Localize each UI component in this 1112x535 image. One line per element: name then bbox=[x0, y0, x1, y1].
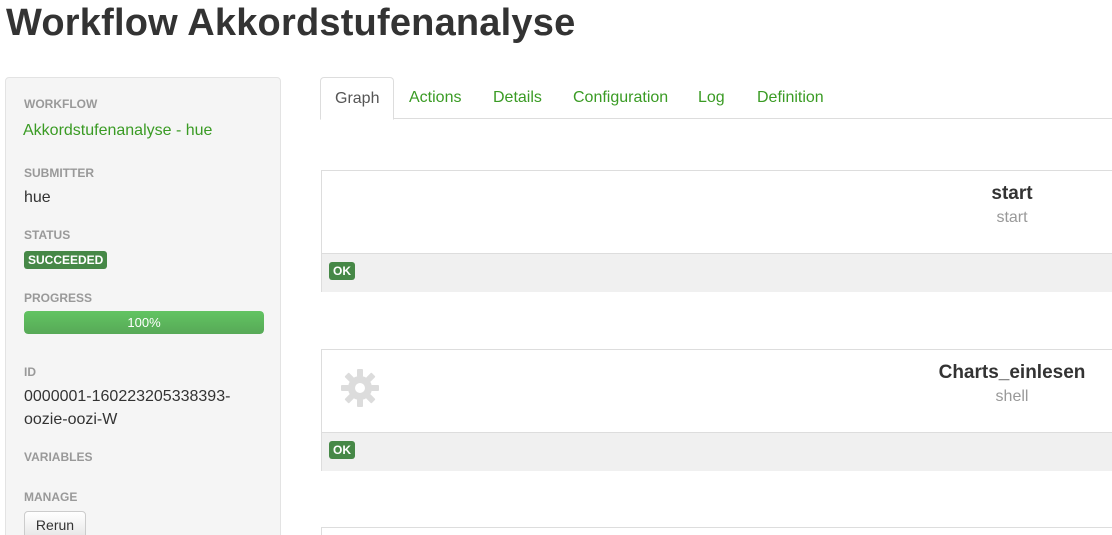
tab-details[interactable]: Details bbox=[479, 77, 556, 119]
graph-node-start: start start OK bbox=[321, 170, 1112, 292]
submitter-label: SUBMITTER bbox=[24, 166, 94, 180]
tab-definition[interactable]: Definition bbox=[743, 77, 838, 119]
workflow-link[interactable]: Akkordstufenanalyse - hue bbox=[23, 122, 212, 140]
gear-icon bbox=[341, 369, 379, 407]
workflow-label: WORKFLOW bbox=[24, 97, 98, 111]
id-label: ID bbox=[24, 365, 36, 379]
workflow-tabs: Graph Actions Details Configuration Log … bbox=[320, 77, 1112, 120]
progress-bar-fill: 100% bbox=[24, 311, 264, 334]
status-badge: SUCCEEDED bbox=[24, 251, 108, 269]
id-value-line1: 0000001-160223205338393- bbox=[24, 388, 231, 405]
graph-node-charts-einlesen: Charts_einlesen shell OK bbox=[321, 349, 1112, 471]
node-name: Charts_einlesen bbox=[938, 362, 1086, 383]
manage-label: MANAGE bbox=[24, 490, 78, 504]
progress-label: PROGRESS bbox=[24, 291, 93, 305]
node-status-badge: OK bbox=[329, 441, 355, 459]
submitter-value: hue bbox=[24, 189, 51, 206]
workflow-sidebar: WORKFLOW Akkordstufenanalyse - hue SUBMI… bbox=[5, 77, 281, 535]
status-label: STATUS bbox=[24, 228, 71, 242]
graph-node-next bbox=[321, 527, 1112, 535]
tab-actions[interactable]: Actions bbox=[395, 77, 475, 119]
node-status-badge: OK bbox=[329, 262, 355, 280]
tab-graph[interactable]: Graph bbox=[320, 77, 395, 120]
tab-configuration[interactable]: Configuration bbox=[559, 77, 682, 119]
variables-label: VARIABLES bbox=[24, 450, 93, 464]
node-name: start bbox=[991, 183, 1033, 204]
progress-bar-track: 100% bbox=[24, 311, 264, 334]
node-type: start bbox=[996, 209, 1028, 226]
node-type: shell bbox=[995, 388, 1029, 405]
rerun-button[interactable]: Rerun bbox=[24, 511, 86, 535]
id-value-line2: oozie-oozi-W bbox=[24, 411, 118, 428]
page-title: Workflow Akkordstufenanalyse bbox=[6, 2, 576, 44]
tab-log[interactable]: Log bbox=[684, 77, 739, 119]
